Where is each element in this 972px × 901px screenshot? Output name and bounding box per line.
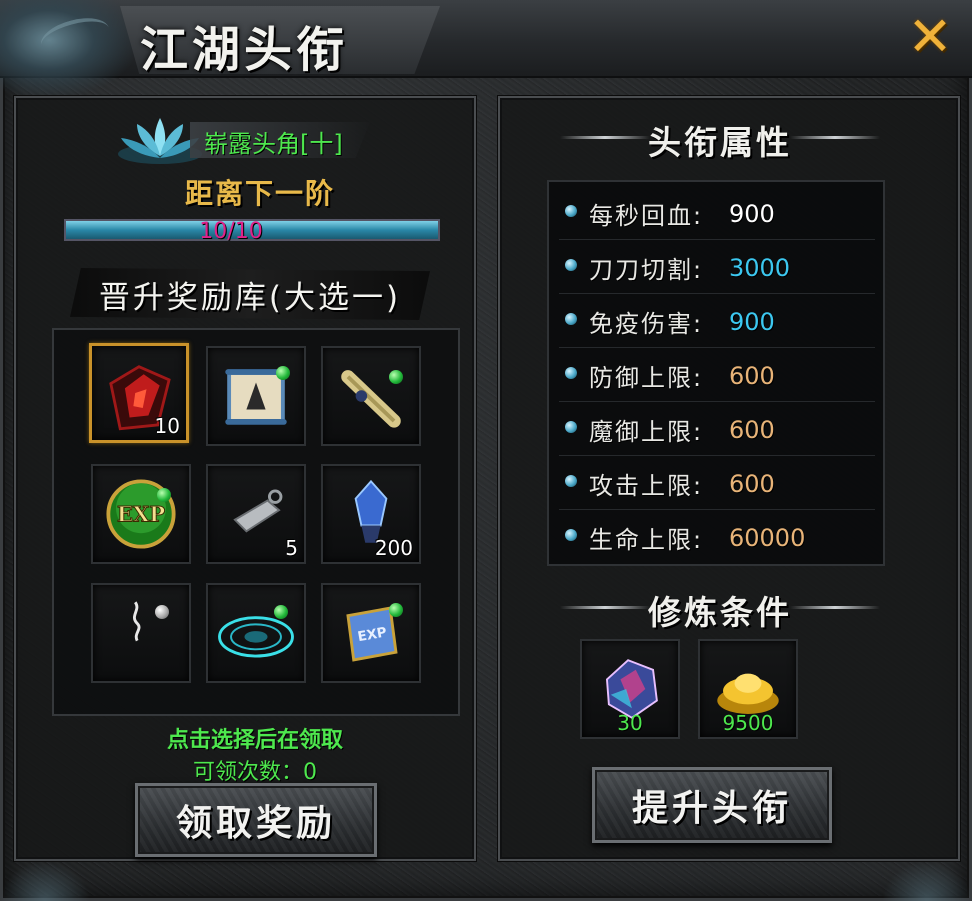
bullet-icon [565,205,577,217]
attribute-value: 900 [729,200,775,228]
exp-orb-icon: EXP [106,479,176,549]
title-bar: 江湖头衔 ✕ [0,0,972,100]
attribute-value: 3000 [729,254,791,282]
new-indicator-dot [389,603,403,617]
bullet-icon [565,259,577,271]
bullet-icon [565,313,577,325]
svg-text:EXP: EXP [117,502,165,527]
new-indicator-dot [155,605,169,619]
attribute-label: 防御上限: [589,364,704,392]
requirement-slot[interactable]: 30 [580,639,680,739]
new-indicator-dot [274,605,288,619]
item-count: 10 [154,414,180,438]
attribute-row: 生命上限: 60000 [559,512,875,564]
next-rank-label: 距离下一阶 [184,177,335,210]
dragon-ornament-icon [0,0,140,100]
attribute-label: 攻击上限: [589,472,704,500]
bullet-icon [565,475,577,487]
attribute-value: 60000 [729,524,806,552]
attribute-row: 每秒回血: 900 [559,188,875,240]
item-count: 5 [285,536,298,560]
reward-hint: 点击选择后在领取 [166,728,343,753]
magic-circle-icon [218,616,294,658]
requirement-slot[interactable]: 9500 [698,639,798,739]
attribute-value: 900 [729,308,775,336]
claim-reward-button[interactable]: 领取奖励 [135,783,377,857]
attribute-label: 魔御上限: [589,418,704,446]
corner-ornament-icon [882,861,972,901]
bamboo-scroll-icon [341,370,401,428]
attribute-row: 免疫伤害: 900 [559,296,875,348]
new-indicator-dot [157,488,171,502]
requirements-title: 修炼条件 [648,593,792,632]
reward-slot[interactable]: EXP [321,583,421,683]
attribute-value: 600 [729,470,775,498]
reward-slot[interactable] [321,346,421,446]
close-icon[interactable]: ✕ [905,10,955,64]
reward-slot[interactable]: 5 [206,464,306,564]
attribute-list: 每秒回血: 900 刀刀切割: 3000 免疫伤害: 900 防御上限: 600… [547,180,885,566]
attributes-title: 头衔属性 [648,123,792,162]
reward-slot[interactable] [91,583,191,683]
requirement-count: 9500 [722,711,774,735]
rank-name: 崭露头角[十] [204,130,343,158]
rank-progress-bar: 10/10 [64,219,440,244]
attribute-label: 免疫伤害: [589,310,704,338]
white-smoke-icon [132,601,141,642]
window-title: 江湖头衔 [140,22,349,78]
bullet-icon [565,421,577,433]
attribute-row: 攻击上限: 600 [559,458,875,510]
item-count: 200 [374,536,413,560]
reward-slot[interactable] [206,346,306,446]
progress-text: 10/10 [199,219,263,244]
attribute-row: 刀刀切割: 3000 [559,242,875,294]
attribute-row: 魔御上限: 600 [559,404,875,456]
scroll-painting-icon [225,369,287,425]
upgrade-title-button[interactable]: 提升头衔 [592,767,832,843]
bullet-icon [565,367,577,379]
reward-slot[interactable]: 200 [321,464,421,564]
reward-pool-title: 晋升奖励库(大选一) [98,280,402,316]
new-indicator-dot [276,366,290,380]
attribute-label: 刀刀切割: [589,256,704,284]
bullet-icon [565,529,577,541]
corner-ornament-icon [0,861,90,901]
exp-scroll-icon: EXP [346,606,398,662]
attribute-value: 600 [729,416,775,444]
attribute-row: 防御上限: 600 [559,350,875,402]
attribute-label: 生命上限: [589,526,704,554]
requirement-count: 30 [617,711,643,735]
claim-count: 可领次数：0 [193,760,317,785]
attribute-label: 每秒回血: [589,202,704,230]
attribute-value: 600 [729,362,775,390]
reward-slot[interactable]: EXP [91,464,191,564]
reward-slot[interactable]: 10 [89,343,189,443]
new-indicator-dot [389,370,403,384]
reward-slot[interactable] [206,583,306,683]
